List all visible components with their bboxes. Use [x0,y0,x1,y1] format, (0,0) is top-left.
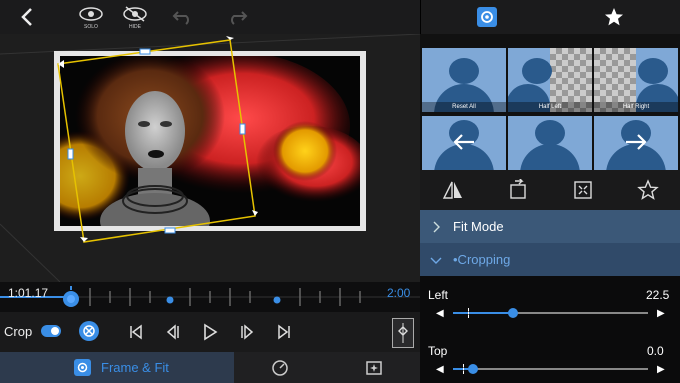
preset-grid: Reset All Half Left Half Right [420,34,680,170]
section-cropping[interactable]: •Cropping [420,243,680,276]
playhead[interactable] [62,286,80,308]
effects-tab-icon[interactable] [365,359,383,377]
top-value: 0.0 [647,344,664,358]
eye-hidden-icon [123,6,147,22]
preset-center[interactable] [508,116,592,170]
section-fit-mode[interactable]: Fit Mode [420,210,680,243]
crop-toggle[interactable] [41,325,61,337]
speed-tab-icon[interactable] [271,359,289,377]
mirror-icon[interactable] [420,170,485,210]
playback-controls: Crop [0,312,420,352]
preset-label: Half Right [594,102,678,112]
tab-frame-fit-label: Frame & Fit [101,360,169,375]
redo-icon[interactable] [226,8,248,28]
preset-half-right[interactable]: Half Right [594,48,678,112]
star-outline-icon[interactable] [615,170,680,210]
crop-sliders: Left 22.5 ◀ ▶ Top 0.0 ◀ ▶ [420,276,680,383]
panel-header [420,0,680,34]
back-chevron-icon[interactable] [14,0,40,38]
hide-view-button[interactable]: HIDE [120,4,150,32]
fit-mode-label: Fit Mode [453,219,504,234]
star-icon[interactable] [603,6,625,28]
solo-view-button[interactable]: SOLO [76,4,106,32]
hide-label: HIDE [129,24,141,30]
left-increment[interactable]: ▶ [657,308,665,319]
tool-row [420,170,680,210]
eye-icon [79,7,103,21]
preset-reset-all[interactable]: Reset All [422,48,506,112]
keyframe-icon[interactable] [392,318,414,348]
solo-label: SOLO [84,24,98,30]
preset-label: Half Left [508,102,592,112]
preset-label: Reset All [422,102,506,112]
top-decrement[interactable]: ◀ [436,364,444,375]
end-time: 2:00 [387,286,411,300]
crop-transform-box[interactable] [0,34,420,282]
top-label: Top [428,344,448,358]
preset-half-left[interactable]: Half Left [508,48,592,112]
top-increment[interactable]: ▶ [657,364,665,375]
top-toolbar: SOLO HIDE [0,0,420,34]
step-forward-icon[interactable] [239,324,255,340]
left-slider[interactable] [453,306,648,320]
left-value: 22.5 [646,288,670,302]
crop-label: Crop [4,324,33,339]
cropping-label: •Cropping [453,252,511,267]
target-icon[interactable] [477,7,497,27]
center-icon[interactable] [550,170,615,210]
timeline-scrubber[interactable]: 1:01.17 2:00 [0,282,420,312]
current-time: 1:01.17 [8,286,49,300]
crop-reset-icon[interactable] [79,321,99,341]
frame-fit-icon [74,359,91,376]
skip-to-start-icon[interactable] [128,324,144,340]
flip-icon[interactable] [485,170,550,210]
arrow-left-icon [453,134,474,150]
step-back-icon[interactable] [165,324,181,340]
preset-right[interactable] [594,116,678,170]
tab-frame-fit[interactable]: Frame & Fit [0,352,234,383]
preset-left[interactable] [422,116,506,170]
arrow-right-icon [626,134,647,150]
left-label: Left [428,288,449,302]
play-icon[interactable] [202,323,218,341]
chevron-right-icon [433,221,440,233]
chevron-down-icon [430,257,442,264]
skip-to-end-icon[interactable] [276,324,292,340]
top-slider[interactable] [453,362,648,376]
undo-icon[interactable] [172,8,194,28]
left-decrement[interactable]: ◀ [436,308,444,319]
